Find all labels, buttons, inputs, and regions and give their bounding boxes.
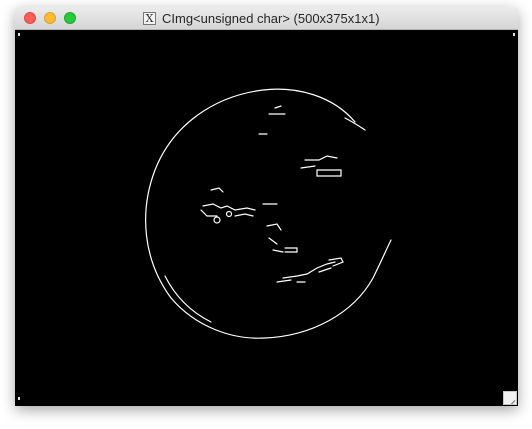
edge-mouth-1 [282,261,336,279]
edge-mouth-4 [328,257,344,267]
edge-left-eye-2 [202,203,256,211]
edge-nose-4 [284,247,298,253]
edge-left-eye-1 [210,187,224,193]
edge-left-eye-3 [200,209,218,217]
close-window-button[interactable] [24,12,36,24]
title-bar[interactable]: X CImg<unsigned char> (500x375x1x1) [15,7,518,30]
edge-left-eye-4 [234,213,254,217]
edge-image [145,88,392,339]
resize-grip[interactable] [503,391,517,405]
cimg-window: X CImg<unsigned char> (500x375x1x1) [15,7,518,406]
edge-left-eye-dot-1 [213,216,221,224]
edge-right-eye-top [304,155,338,161]
minimize-window-button[interactable] [44,12,56,24]
edge-top-arc-right [344,117,366,131]
x11-icon: X [143,11,156,25]
image-canvas[interactable] [15,30,518,406]
edge-left-eye-dot-2 [225,210,233,218]
window-title-group: X CImg<unsigned char> (500x375x1x1) [143,10,380,26]
edge-nose-1 [266,223,282,231]
edge-mouth-3 [318,267,332,273]
zoom-window-button[interactable] [64,12,76,24]
window-title: CImg<unsigned char> (500x375x1x1) [162,10,380,26]
edge-nose-3 [272,249,284,253]
edge-mouth-2 [276,279,292,283]
edge-right-eye-rect [316,169,342,177]
edge-nose-2 [268,237,278,245]
edge-top-mark-2 [274,105,282,109]
edge-right-eye-mid [300,165,316,169]
